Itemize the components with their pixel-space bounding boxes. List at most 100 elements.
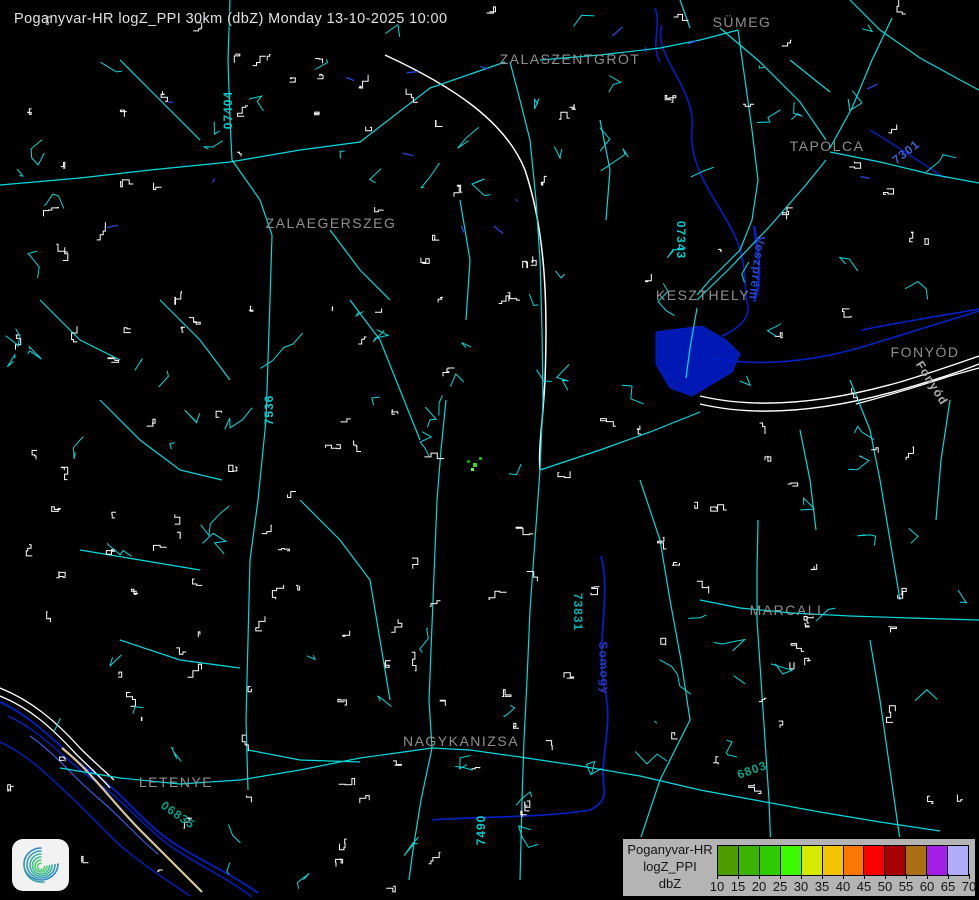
map-line <box>340 151 344 159</box>
legend-color-scale: 10152025303540455055606570 <box>717 843 969 896</box>
city-label: NAGYKANIZSA <box>403 733 519 749</box>
map-line <box>307 655 315 659</box>
map-line <box>775 333 782 338</box>
map-line <box>214 122 219 135</box>
map-line <box>17 169 23 176</box>
map-line <box>133 707 143 714</box>
map-line <box>404 837 419 856</box>
map-line <box>574 15 595 26</box>
map-line <box>510 62 543 880</box>
map-line <box>317 74 323 78</box>
map-line <box>229 465 237 471</box>
map-line <box>391 619 402 632</box>
map-line <box>433 235 440 240</box>
map-line <box>386 886 395 892</box>
map-line <box>915 690 937 701</box>
map-line <box>462 343 471 348</box>
map-line <box>420 628 429 653</box>
map-line <box>860 177 869 179</box>
legend-tick-value: 35 <box>815 879 829 894</box>
map-line <box>238 106 248 116</box>
map-line <box>713 757 719 764</box>
map-line <box>516 199 517 201</box>
map-line <box>740 376 750 386</box>
map-line <box>909 528 918 543</box>
map-line <box>443 368 455 376</box>
map-line <box>867 84 878 89</box>
map-line <box>509 464 521 475</box>
map-line <box>800 430 816 530</box>
map-line <box>198 632 200 637</box>
map-line <box>591 587 600 595</box>
map-line <box>8 785 14 791</box>
map-line <box>403 153 414 155</box>
legend-unit-label: dbZ <box>659 876 681 893</box>
map-line <box>393 761 401 765</box>
road-number-label: 07404 <box>221 91 235 129</box>
map-line <box>359 75 369 88</box>
map-line <box>246 796 251 802</box>
map-line <box>80 550 200 570</box>
map-line <box>154 183 162 190</box>
map-line <box>412 558 418 568</box>
map-line <box>370 169 381 183</box>
map-line <box>213 179 215 183</box>
map-line <box>714 640 745 651</box>
map-line <box>502 690 511 697</box>
map-line <box>609 76 621 93</box>
map-line <box>635 752 667 764</box>
map-line <box>421 258 429 264</box>
map-line <box>272 585 283 599</box>
legend-color-cell <box>718 846 739 875</box>
legend-tick-value: 25 <box>773 879 787 894</box>
map-line <box>771 664 792 674</box>
city-label: MARCALI <box>750 602 823 618</box>
map-line <box>541 176 546 185</box>
map-line <box>688 615 706 618</box>
map-line <box>557 365 569 391</box>
legend-color-cell <box>781 846 802 875</box>
map-line <box>176 648 186 654</box>
radar-map-canvas <box>0 0 979 900</box>
map-line <box>175 514 180 524</box>
map-line <box>296 585 300 590</box>
map-line <box>356 311 363 316</box>
map-line <box>791 644 804 652</box>
map-line <box>640 480 690 720</box>
map-line <box>56 244 65 251</box>
map-line <box>60 757 66 761</box>
map-line <box>338 699 347 705</box>
radar-product-title: Poganyvar-HR logZ_PPI 30km (dbZ) Monday … <box>14 11 447 27</box>
legend-color-cell <box>739 846 760 875</box>
map-line <box>504 705 515 717</box>
map-line <box>185 410 200 423</box>
map-line <box>516 527 533 534</box>
map-line <box>250 306 253 311</box>
map-line <box>655 8 660 62</box>
map-line <box>203 141 222 149</box>
map-line <box>229 824 241 843</box>
map-line <box>30 736 158 854</box>
map-line <box>63 252 68 261</box>
map-line <box>425 407 436 427</box>
map-line <box>432 748 940 831</box>
map-line <box>340 839 347 850</box>
map-line <box>768 324 781 337</box>
map-line <box>141 717 142 721</box>
map-line <box>749 784 761 794</box>
map-line <box>558 471 570 477</box>
legend-color-cell <box>948 846 968 875</box>
map-line <box>697 581 709 593</box>
map-line <box>52 507 61 512</box>
map-line <box>288 492 296 498</box>
spiral-logo-icon <box>19 844 63 886</box>
map-line <box>546 741 552 751</box>
map-line <box>406 89 418 103</box>
map-line <box>27 109 32 115</box>
map-line <box>889 125 897 133</box>
map-line <box>862 309 979 330</box>
map-line <box>375 309 382 312</box>
map-line <box>412 652 416 670</box>
legend-tick-value: 10 <box>710 879 724 894</box>
map-line <box>564 673 574 678</box>
